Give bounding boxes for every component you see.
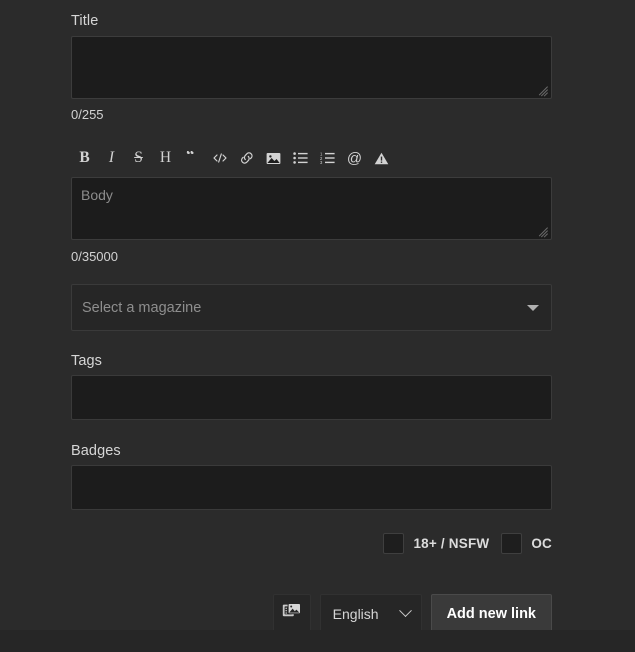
- magazine-select[interactable]: Select a magazine: [71, 284, 552, 331]
- gallery-images-icon: [282, 602, 302, 625]
- body-input-placeholder: Body: [81, 187, 113, 203]
- mention-icon[interactable]: @: [341, 146, 368, 170]
- nsfw-checkbox-label: 18+ / NSFW: [413, 535, 490, 551]
- editor-toolbar: B I S H “ 1 2 3 @: [71, 145, 552, 171]
- oc-checkbox[interactable]: [501, 532, 523, 554]
- bold-icon[interactable]: B: [71, 146, 98, 170]
- tags-input[interactable]: [71, 375, 552, 420]
- body-input[interactable]: Body: [71, 177, 552, 240]
- nsfw-checkbox-item[interactable]: 18+ / NSFW: [383, 532, 490, 554]
- link-icon[interactable]: [233, 146, 260, 170]
- form-actions: English Add new link: [71, 594, 552, 633]
- code-icon[interactable]: [206, 146, 233, 170]
- image-icon[interactable]: [260, 146, 287, 170]
- svg-text:“: “: [186, 151, 195, 164]
- heading-icon[interactable]: H: [152, 146, 179, 170]
- badges-label: Badges: [71, 443, 121, 459]
- strikethrough-icon[interactable]: S: [125, 146, 152, 170]
- title-resize-handle[interactable]: [536, 83, 549, 97]
- title-input[interactable]: [71, 36, 552, 99]
- chevron-down-icon: [398, 604, 412, 618]
- title-label: Title: [71, 13, 99, 29]
- numbered-list-icon[interactable]: 1 2 3: [314, 146, 341, 170]
- gallery-images-button[interactable]: [272, 594, 311, 633]
- body-resize-handle[interactable]: [536, 224, 549, 238]
- oc-checkbox-label: OC: [531, 535, 552, 551]
- flags-row: 18+ / NSFW OC: [71, 530, 552, 556]
- spoiler-icon[interactable]: [368, 146, 395, 170]
- svg-text:3: 3: [320, 160, 323, 164]
- magazine-select-placeholder: Select a magazine: [82, 299, 202, 316]
- bullet-list-icon[interactable]: [287, 146, 314, 170]
- tags-label: Tags: [71, 353, 103, 369]
- italic-icon[interactable]: I: [98, 146, 125, 170]
- language-select[interactable]: English: [319, 594, 422, 633]
- oc-checkbox-item[interactable]: OC: [501, 532, 552, 554]
- language-select-value: English: [332, 605, 379, 622]
- add-new-link-button[interactable]: Add new link: [430, 594, 552, 633]
- badges-input[interactable]: [71, 465, 552, 510]
- body-character-counter: 0/35000: [71, 249, 118, 264]
- title-character-counter: 0/255: [71, 107, 104, 122]
- page-root: Title 0/255 B I S H “ 1 2 3 @ Body 0/350…: [0, 0, 635, 652]
- quote-icon[interactable]: “: [179, 146, 206, 170]
- nsfw-checkbox[interactable]: [383, 532, 405, 554]
- footer-strip: [0, 630, 635, 652]
- triangle-down-icon: [527, 304, 539, 311]
